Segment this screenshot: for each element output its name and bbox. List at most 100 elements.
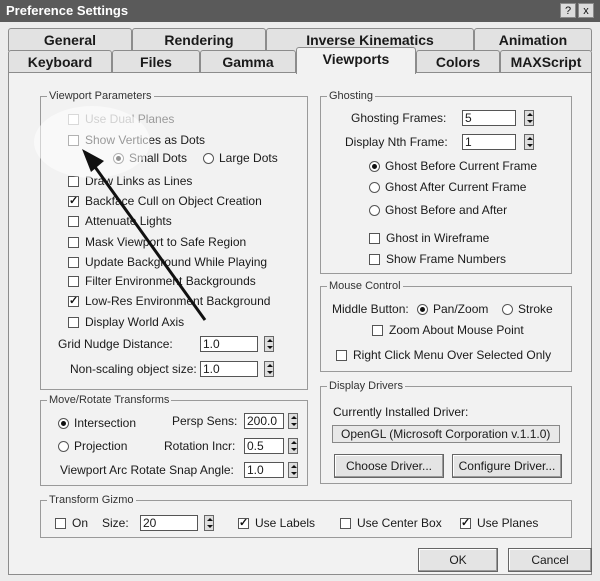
- attenuate-lights-checkbox[interactable]: Attenuate Lights: [68, 214, 172, 228]
- window-title: Preference Settings: [6, 3, 129, 18]
- checkbox-label: Right Click Menu Over Selected Only: [353, 348, 552, 362]
- radio-button: [58, 440, 69, 452]
- use-center-box-checkbox[interactable]: Use Center Box: [340, 516, 442, 530]
- nonscaling-label: Non-scaling object size:: [70, 362, 197, 376]
- arc-snap-input[interactable]: 1.0: [244, 462, 284, 478]
- use-labels-checkbox[interactable]: ✓ Use Labels: [238, 516, 315, 530]
- tab-keyboard[interactable]: Keyboard: [8, 50, 112, 73]
- checkbox-label: Draw Links as Lines: [85, 174, 193, 188]
- group-legend: Move/Rotate Transforms: [49, 394, 170, 406]
- persp-sens-input[interactable]: 200.0: [244, 413, 284, 429]
- ok-button[interactable]: OK: [418, 548, 498, 572]
- lowres-env-checkbox[interactable]: ✓ Low-Res Environment Background: [68, 294, 270, 308]
- checkbox-box: [68, 134, 79, 146]
- radio-button: [502, 303, 513, 315]
- ghost-before-radio[interactable]: Ghost Before Current Frame: [369, 159, 537, 173]
- checkbox-box: [336, 349, 347, 361]
- gizmo-size-input[interactable]: 20: [140, 515, 198, 531]
- grid-nudge-spinner[interactable]: [264, 336, 274, 352]
- right-click-menu-checkbox[interactable]: Right Click Menu Over Selected Only: [336, 348, 551, 362]
- persp-sens-spinner[interactable]: [288, 413, 298, 429]
- checkbox-label: Use Center Box: [357, 516, 442, 530]
- checkbox-label: Ghost in Wireframe: [386, 231, 490, 245]
- small-dots-radio[interactable]: Small Dots: [113, 151, 187, 165]
- checkbox-label: Attenuate Lights: [85, 214, 172, 228]
- cancel-button[interactable]: Cancel: [508, 548, 592, 572]
- help-button[interactable]: ?: [560, 3, 576, 18]
- checkbox-box: [68, 215, 79, 227]
- zoom-about-mouse-checkbox[interactable]: Zoom About Mouse Point: [372, 323, 524, 337]
- rotation-incr-input[interactable]: 0.5: [244, 438, 284, 454]
- tab-viewports[interactable]: Viewports: [296, 47, 416, 74]
- tab-files[interactable]: Files: [112, 50, 200, 73]
- use-planes-checkbox[interactable]: ✓ Use Planes: [460, 516, 538, 530]
- radio-label: Small Dots: [129, 151, 188, 165]
- gizmo-size-spinner[interactable]: [204, 515, 214, 531]
- tab-maxscript[interactable]: MAXScript: [500, 50, 592, 73]
- checkbox-label: Filter Environment Backgrounds: [85, 274, 256, 288]
- radio-label: Ghost Before and After: [385, 203, 508, 217]
- pan-zoom-radio[interactable]: Pan/Zoom: [417, 302, 488, 316]
- group-legend: Ghosting: [329, 90, 374, 102]
- ghost-wireframe-checkbox[interactable]: Ghost in Wireframe: [369, 231, 489, 245]
- checkbox-label: Mask Viewport to Safe Region: [85, 235, 247, 249]
- checkbox-box: ✓: [238, 516, 249, 529]
- show-frame-numbers-checkbox[interactable]: Show Frame Numbers: [369, 252, 506, 266]
- gizmo-size-label: Size:: [102, 516, 129, 530]
- checkbox-label: Use Planes: [477, 516, 539, 530]
- ghost-before-after-radio[interactable]: Ghost Before and After: [369, 203, 507, 217]
- filter-env-checkbox[interactable]: Filter Environment Backgrounds: [68, 274, 256, 288]
- ghosting-frames-label: Ghosting Frames:: [351, 111, 447, 125]
- group-legend: Mouse Control: [329, 280, 401, 292]
- intersection-radio[interactable]: Intersection: [58, 416, 136, 430]
- checkbox-box: [68, 316, 79, 328]
- checkbox-label: Display World Axis: [85, 315, 185, 329]
- grid-nudge-label: Grid Nudge Distance:: [58, 337, 173, 351]
- display-nth-spinner[interactable]: [524, 134, 534, 150]
- persp-sens-label: Persp Sens:: [172, 414, 238, 428]
- draw-links-checkbox[interactable]: Draw Links as Lines: [68, 174, 192, 188]
- large-dots-radio[interactable]: Large Dots: [203, 151, 278, 165]
- checkbox-box: [369, 232, 380, 244]
- radio-button: [113, 152, 124, 164]
- checkbox-label: Use Labels: [255, 516, 316, 530]
- radio-button: [369, 160, 380, 172]
- checkbox-box: [68, 275, 79, 287]
- backface-cull-checkbox[interactable]: ✓ Backface Cull on Object Creation: [68, 194, 262, 208]
- radio-label: Ghost After Current Frame: [385, 180, 527, 194]
- checkbox-label: Update Background While Playing: [85, 255, 268, 269]
- ghosting-frames-spinner[interactable]: [524, 110, 534, 126]
- radio-button: [58, 417, 69, 429]
- display-world-axis-checkbox[interactable]: Display World Axis: [68, 315, 184, 329]
- update-background-checkbox[interactable]: Update Background While Playing: [68, 255, 267, 269]
- tab-colors[interactable]: Colors: [416, 50, 500, 73]
- checkbox-box: [55, 517, 66, 529]
- checkbox-box: [68, 256, 79, 268]
- use-dual-planes-checkbox[interactable]: Use Dual Planes: [68, 112, 174, 126]
- show-vertices-checkbox[interactable]: Show Vertices as Dots: [68, 133, 205, 147]
- rotation-incr-label: Rotation Incr:: [164, 439, 236, 453]
- choose-driver-button[interactable]: Choose Driver...: [334, 454, 444, 478]
- radio-label: Intersection: [74, 416, 137, 430]
- projection-radio[interactable]: Projection: [58, 439, 127, 453]
- ghost-after-radio[interactable]: Ghost After Current Frame: [369, 180, 526, 194]
- current-driver-value: OpenGL (Microsoft Corporation v.1.1.0): [332, 425, 560, 443]
- ghosting-frames-input[interactable]: 5: [462, 110, 516, 126]
- nonscaling-input[interactable]: 1.0: [200, 361, 258, 377]
- configure-driver-button[interactable]: Configure Driver...: [452, 454, 562, 478]
- tab-rendering[interactable]: Rendering: [132, 28, 266, 51]
- tab-gamma[interactable]: Gamma: [200, 50, 296, 73]
- checkbox-box: [68, 236, 79, 248]
- nonscaling-spinner[interactable]: [264, 361, 274, 377]
- display-nth-input[interactable]: 1: [462, 134, 516, 150]
- gizmo-on-checkbox[interactable]: On: [55, 516, 88, 530]
- tab-general[interactable]: General: [8, 28, 132, 51]
- checkbox-label: Backface Cull on Object Creation: [85, 194, 262, 208]
- rotation-incr-spinner[interactable]: [288, 438, 298, 454]
- grid-nudge-input[interactable]: 1.0: [200, 336, 258, 352]
- tab-animation[interactable]: Animation: [474, 28, 592, 51]
- stroke-radio[interactable]: Stroke: [502, 302, 553, 316]
- close-button[interactable]: x: [578, 3, 594, 18]
- mask-viewport-checkbox[interactable]: Mask Viewport to Safe Region: [68, 235, 246, 249]
- arc-snap-spinner[interactable]: [288, 462, 298, 478]
